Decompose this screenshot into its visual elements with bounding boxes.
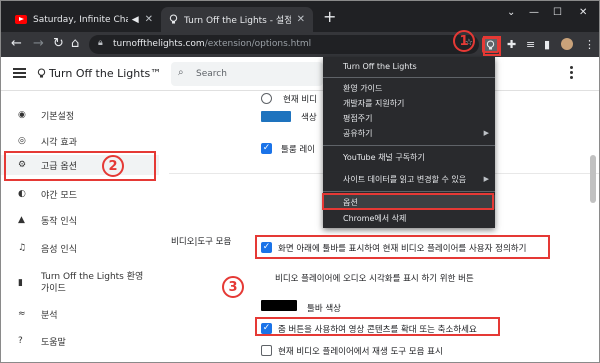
close-window-icon[interactable]: ✕ (579, 7, 587, 18)
sidebar-item-label: 야간 모드 (41, 190, 77, 201)
lock-icon[interactable]: 🔒︎ (98, 38, 103, 48)
home-icon[interactable]: ⌂ (71, 37, 79, 51)
speaker-icon[interactable]: ◀ (132, 15, 139, 25)
kebab-menu-icon[interactable] (570, 66, 574, 81)
sidebar-item-motion[interactable]: ▲ 동작 인식 (1, 210, 159, 230)
menu-item-remove-from-chrome[interactable]: Chrome에서 삭제 (323, 211, 495, 225)
menu-item-header[interactable]: Turn Off the Lights (323, 59, 495, 73)
address-bar[interactable]: 🔒︎ turnoffthelights.com/extension/option… (89, 35, 479, 54)
radio-label: 현재 비디 (283, 95, 317, 105)
back-icon[interactable]: ← (11, 37, 22, 51)
tab-title: Saturday, Infinite Challenge (33, 14, 128, 25)
menu-icon[interactable] (13, 68, 26, 78)
search-box[interactable]: ⌕ Search (171, 62, 323, 86)
search-placeholder: Search (196, 69, 227, 79)
sidebar-item-label: Turn Off the Lights 환영 가이드 (41, 272, 144, 294)
analytics-icon: ≈ (18, 309, 26, 319)
menu-item-rate[interactable]: 평점주기 (323, 111, 495, 125)
browser-toolbar: ← → ↻ ⌂ 🔒︎ turnoffthelights.com/extensio… (1, 32, 599, 57)
maximize-icon[interactable]: ☐ (553, 7, 562, 18)
youtube-icon (15, 15, 27, 24)
palette-icon: ◉ (18, 110, 26, 120)
minimize-icon[interactable]: — (529, 7, 539, 18)
color-swatch[interactable] (261, 111, 291, 122)
highlight-advanced-options (4, 151, 156, 181)
search-icon: ⌕ (178, 67, 184, 78)
new-tab-button[interactable]: + (323, 9, 336, 25)
close-tab-icon[interactable]: ✕ (145, 14, 153, 25)
sidebar-item-basic[interactable]: ◉ 기본설정 (1, 105, 159, 125)
reload-icon[interactable]: ↻ (53, 37, 64, 51)
menu-item-share[interactable]: 공유하기 ▶ (323, 126, 495, 140)
highlight-toolbar-option (255, 235, 550, 259)
tab-strip: Saturday, Infinite Challenge ◀ ✕ Turn Of… (1, 1, 599, 32)
option-playback-label: 현재 비디오 플레이어에서 재생 도구 모음 표시 (278, 347, 443, 357)
chevron-down-icon[interactable]: ⌄ (507, 7, 515, 18)
avatar[interactable] (561, 38, 573, 50)
highlight-extension-button (483, 36, 501, 56)
tab-youtube[interactable]: Saturday, Infinite Challenge ◀ ✕ (7, 7, 161, 32)
step-3-marker: 3 (222, 276, 244, 298)
menu-separator (323, 77, 495, 78)
app-title: Turn Off the Lights™ (49, 67, 162, 80)
step-1-marker: 1 (453, 30, 475, 52)
menu-separator (323, 191, 495, 192)
media-icon[interactable]: ≡ (526, 38, 535, 51)
lightbulb-icon (37, 68, 46, 78)
lightbulb-icon (169, 14, 178, 24)
submenu-arrow-icon: ▶ (483, 129, 489, 137)
sidebar-item-night-mode[interactable]: ◐ 야간 모드 (1, 184, 159, 204)
sidebar-item-visual-effects[interactable]: ◎ 시각 효과 (1, 131, 159, 151)
menu-item-support-developer[interactable]: 개발자를 지원하기 (323, 96, 495, 110)
sidebar-item-welcome-guide[interactable]: ▮ Turn Off the Lights 환영 가이드 (1, 269, 159, 297)
sidebar-item-label: 도움말 (41, 337, 66, 348)
menu-separator (323, 145, 495, 146)
sidebar-item-label: 동작 인식 (41, 216, 77, 227)
eye-icon: ◎ (18, 136, 26, 146)
toolbar-color-swatch[interactable] (261, 300, 297, 311)
submenu-arrow-icon: ▶ (483, 175, 489, 183)
tab-title: Turn Off the Lights - 설정 (184, 16, 291, 26)
sidebar-item-help[interactable]: ? 도움말 (1, 331, 159, 351)
screenshot-frame: Saturday, Infinite Challenge ◀ ✕ Turn Of… (0, 0, 600, 363)
close-tab-icon[interactable]: ✕ (297, 14, 305, 25)
toolbar-color-label: 툴바 색상 (307, 304, 341, 314)
section-title: 비디오|도구 모음 (171, 237, 232, 247)
option-description: 비디오 플레이어에 오디오 시각화를 표시 하기 위한 버튼 (275, 274, 474, 284)
url-text: turnoffthelights.com/extension/options.h… (113, 39, 312, 49)
menu-item-site-data[interactable]: 사이트 데이터를 읽고 변경할 수 있음 ▶ (323, 172, 495, 186)
forward-icon[interactable]: → (33, 37, 44, 51)
radio-button[interactable] (261, 93, 272, 104)
sidebar-item-label: 분석 (41, 310, 58, 321)
sidebar: ◉ 기본설정 ◎ 시각 효과 ⚙ 고급 옵션 ◐ 야간 모드 ▲ 동작 인식 ♫… (1, 91, 159, 362)
highlight-zoom-option (255, 317, 500, 336)
sidebar-item-analytics[interactable]: ≈ 분석 (1, 304, 159, 324)
app-header: Turn Off the Lights™ ⌕ Search (1, 57, 599, 91)
sidebar-item-label: 음성 인식 (41, 244, 77, 255)
sidebar-item-label: 기본설정 (41, 111, 75, 122)
checkbox-tool-layer[interactable]: ✓ (261, 143, 272, 154)
highlight-options-menu-item (322, 193, 494, 210)
color-label: 색상 (301, 113, 317, 123)
scrollbar[interactable] (590, 155, 596, 203)
night-mode-icon: ◐ (18, 189, 26, 199)
bookmark-icon: ▮ (18, 278, 23, 288)
sidebar-item-speech[interactable]: ♫ 음성 인식 (1, 238, 159, 258)
checkbox-playback-toolbar[interactable] (261, 345, 272, 356)
microphone-icon: ♫ (18, 243, 27, 253)
motion-icon: ▲ (18, 215, 25, 225)
side-panel-icon[interactable]: ▮ (544, 38, 550, 51)
more-icon[interactable]: ⋮ (584, 38, 595, 51)
sidebar-item-label: 시각 효과 (41, 137, 77, 148)
puzzle-icon[interactable]: ✚ (507, 38, 516, 51)
menu-item-subscribe-youtube[interactable]: YouTube 채널 구독하기 (323, 150, 495, 164)
tab-options[interactable]: Turn Off the Lights - 설정 ✕ (161, 7, 313, 32)
step-2-marker: 2 (102, 155, 124, 177)
menu-item-welcome-guide[interactable]: 환영 가이드 (323, 81, 495, 95)
help-icon: ? (18, 336, 23, 346)
tool-layer-label: 툴룸 레이 (281, 145, 315, 155)
